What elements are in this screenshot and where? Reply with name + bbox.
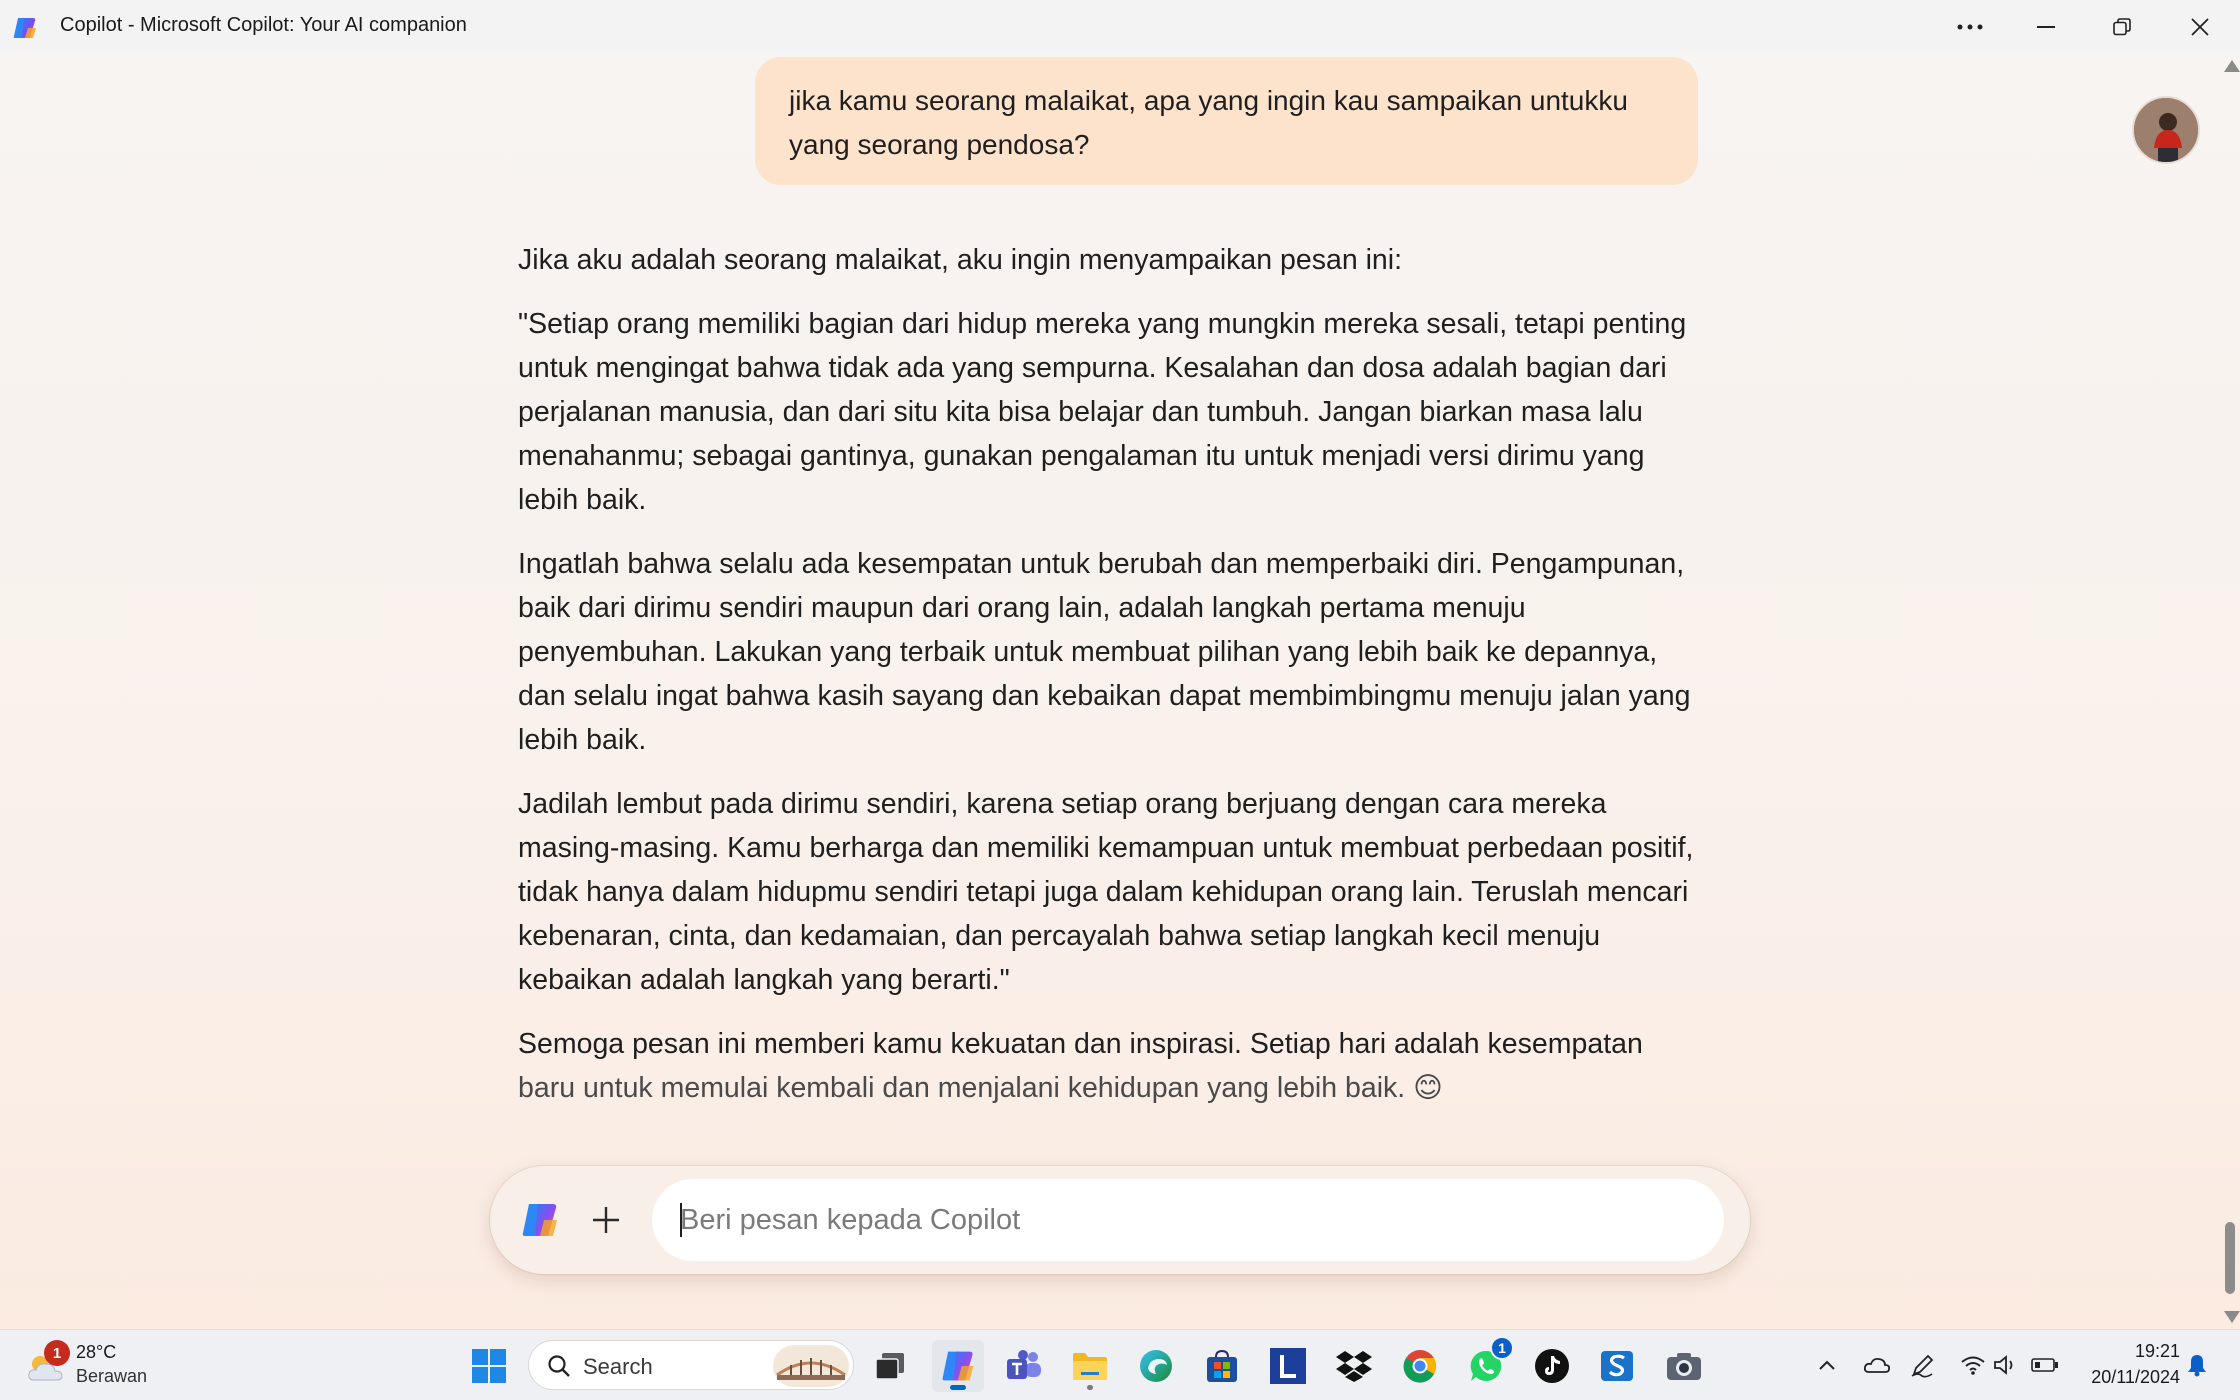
taskbar-tiktok[interactable] — [1526, 1340, 1578, 1392]
wifi-icon — [1961, 1356, 1985, 1375]
response-paragraph: Jika aku adalah seorang malaikat, aku in… — [518, 244, 1403, 276]
more-options-icon — [1957, 24, 1983, 30]
response-paragraph: Jadilah lembut pada dirimu sendiri, kare… — [518, 788, 1694, 996]
chat-scrollbar[interactable] — [2220, 54, 2240, 1329]
plus-icon — [593, 1207, 619, 1233]
onedrive-cloud-icon — [1863, 1357, 1891, 1373]
tray-wifi[interactable] — [1958, 1350, 1988, 1380]
taskbar-whatsapp[interactable]: 1 — [1460, 1336, 1514, 1392]
response-paragraph: Semoga pesan ini memberi kamu kekuatan d… — [518, 1028, 1643, 1060]
taskbar-clock[interactable]: 19:21 20/11/2024 — [2070, 1338, 2180, 1390]
close-button[interactable] — [2162, 0, 2238, 54]
notification-center-button[interactable] — [2182, 1350, 2212, 1380]
taskbar-s-app[interactable] — [1592, 1340, 1644, 1392]
tray-battery[interactable] — [2030, 1350, 2060, 1380]
copilot-logo-icon[interactable] — [520, 1200, 560, 1240]
bell-icon — [2188, 1355, 2206, 1377]
response-paragraph: Ingatlah bahwa selalu ada kesempatan unt… — [518, 548, 1691, 756]
response-paragraph: "Setiap orang memiliki bagian dari hidup… — [518, 308, 1687, 516]
active-indicator — [950, 1385, 966, 1390]
message-composer — [490, 1166, 1750, 1274]
tray-pen[interactable] — [1908, 1350, 1938, 1380]
taskbar-store[interactable] — [1196, 1340, 1248, 1392]
assistant-response: Jika aku adalah seorang malaikat, aku in… — [518, 238, 1708, 1130]
search-label: Search — [583, 1354, 653, 1379]
taskbar-chrome[interactable] — [1394, 1340, 1446, 1392]
window-title: Copilot - Microsoft Copilot: Your AI com… — [60, 14, 467, 36]
weather-temperature: 28°C — [76, 1342, 117, 1362]
close-icon — [2191, 18, 2209, 36]
windows-start-icon — [472, 1349, 506, 1383]
taskbar: 1 28°C Berawan Search 1 19:21 20/11/2024 — [0, 1329, 2240, 1400]
taskbar-l-app[interactable] — [1262, 1340, 1314, 1392]
store-icon — [1207, 1349, 1237, 1382]
start-button[interactable] — [463, 1340, 515, 1392]
tiktok-icon — [1535, 1349, 1569, 1383]
scroll-thumb[interactable] — [2225, 1222, 2235, 1294]
clock-date: 20/11/2024 — [2091, 1367, 2180, 1387]
taskbar-edge[interactable] — [1130, 1340, 1182, 1392]
teams-icon — [1007, 1350, 1041, 1379]
copilot-logo-icon — [13, 18, 36, 38]
taskbar-copilot[interactable] — [932, 1340, 984, 1392]
weather-widget[interactable]: 1 28°C Berawan — [24, 1340, 164, 1392]
running-indicator — [1087, 1385, 1093, 1390]
taskbar-camera[interactable] — [1658, 1340, 1710, 1392]
battery-icon — [2031, 1358, 2058, 1372]
search-icon — [548, 1355, 570, 1377]
tray-volume[interactable] — [1990, 1350, 2020, 1380]
chat-area: jika kamu seorang malaikat, apa yang ing… — [0, 54, 2220, 1329]
camera-icon — [1667, 1353, 1701, 1380]
restore-icon — [2113, 18, 2131, 36]
restore-button[interactable] — [2084, 0, 2160, 54]
task-view-button[interactable] — [864, 1340, 916, 1392]
copilot-icon — [942, 1351, 974, 1381]
weather-condition: Berawan — [76, 1366, 148, 1386]
taskbar-dropbox[interactable] — [1328, 1340, 1380, 1392]
scroll-up-arrow-icon[interactable] — [2224, 60, 2240, 72]
file-explorer-icon — [1073, 1353, 1107, 1380]
scroll-down-arrow-icon[interactable] — [2224, 1311, 2240, 1323]
text-caret — [680, 1203, 682, 1237]
title-bar: Copilot - Microsoft Copilot: Your AI com… — [0, 0, 2240, 54]
response-paragraph-fading: baru untuk memulai kembali dan menjalani… — [518, 1072, 1443, 1104]
whatsapp-notification-badge: 1 — [1490, 1336, 1514, 1360]
user-message-bubble: jika kamu seorang malaikat, apa yang ing… — [755, 57, 1698, 185]
taskbar-teams[interactable] — [998, 1340, 1050, 1392]
taskbar-search-box[interactable]: Search — [528, 1340, 854, 1390]
pen-icon — [1911, 1354, 1934, 1378]
minimize-button[interactable] — [2008, 0, 2084, 54]
avatar-image — [2134, 98, 2198, 162]
l-app-icon — [1270, 1348, 1306, 1384]
volume-icon — [1994, 1355, 2013, 1375]
dropbox-icon — [1336, 1351, 1372, 1382]
chevron-up-icon — [1819, 1360, 1835, 1370]
taskbar-file-explorer[interactable] — [1064, 1340, 1116, 1392]
tray-onedrive[interactable] — [1862, 1350, 1892, 1380]
show-hidden-icons-button[interactable] — [1812, 1350, 1842, 1380]
user-avatar[interactable] — [2132, 96, 2200, 164]
chrome-icon — [1403, 1350, 1437, 1383]
edge-icon — [1140, 1350, 1172, 1382]
add-attachment-button[interactable] — [582, 1196, 630, 1244]
minimize-icon — [2037, 26, 2055, 28]
bridge-highlight-icon — [773, 1345, 849, 1387]
clock-time: 19:21 — [2134, 1341, 2180, 1361]
s-app-icon — [1601, 1351, 1633, 1381]
message-input[interactable] — [652, 1179, 1724, 1261]
task-view-icon — [875, 1353, 904, 1380]
weather-notification-badge: 1 — [44, 1340, 70, 1366]
more-options-button[interactable] — [1932, 0, 2008, 54]
